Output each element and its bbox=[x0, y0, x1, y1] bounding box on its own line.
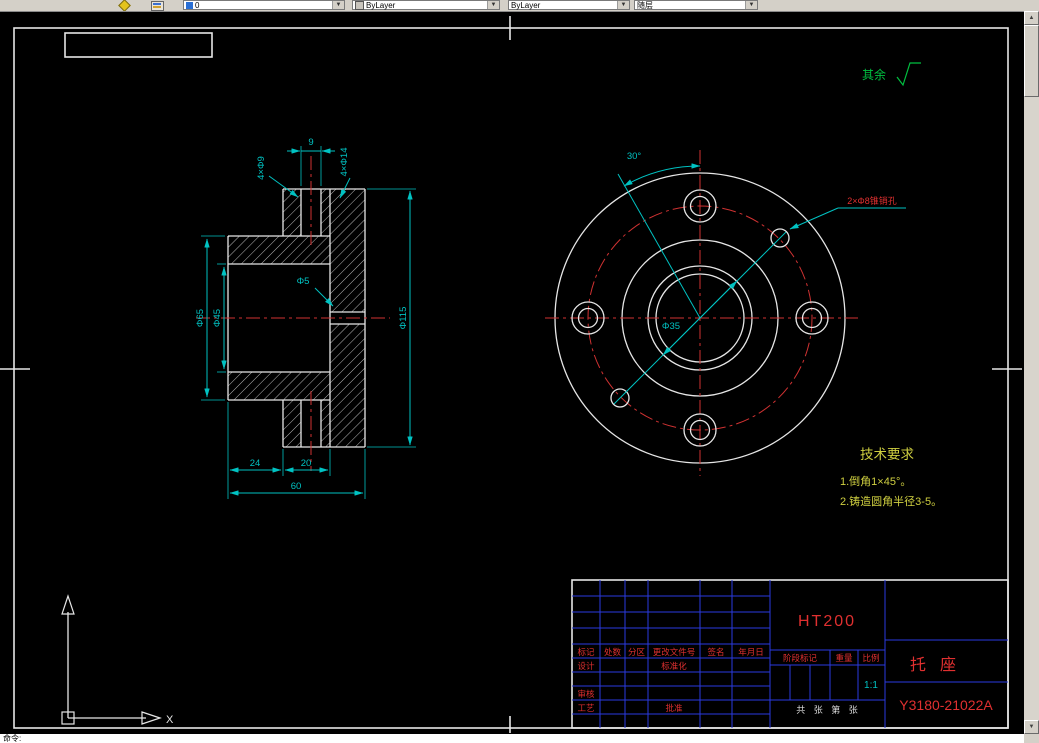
tb-header-zone: 分区 bbox=[628, 647, 646, 657]
dim-flange-od: Φ115 bbox=[398, 307, 409, 330]
color-combo-value: ByLayer bbox=[366, 0, 396, 10]
linetype-combo-value: ByLayer bbox=[511, 0, 541, 10]
color-swatch-icon bbox=[355, 0, 364, 10]
surface-finish-note: 其余 bbox=[862, 67, 886, 82]
frame-corner-box bbox=[64, 32, 213, 58]
linetype-combo[interactable]: ByLayer ▼ bbox=[508, 0, 630, 10]
scrollbar-corner bbox=[1024, 734, 1039, 743]
layer-state-icon bbox=[186, 1, 193, 9]
tech-requirement-1: 1.倒角1×45°。 bbox=[840, 475, 911, 488]
dim-hub-od: Φ65 bbox=[195, 309, 206, 327]
scrollbar-thumb[interactable] bbox=[1024, 25, 1039, 97]
dim-len-a: 24 bbox=[250, 458, 261, 469]
scroll-up-button[interactable]: ▲ bbox=[1024, 11, 1039, 25]
surface-finish-icon bbox=[896, 62, 921, 87]
tb-part-name: 托座 bbox=[910, 656, 970, 674]
scroll-down-button[interactable]: ▼ bbox=[1024, 720, 1039, 734]
dim-angle: 30° bbox=[627, 151, 642, 162]
layer-current-icon bbox=[118, 0, 131, 11]
chevron-down-icon[interactable]: ▼ bbox=[487, 1, 499, 9]
chevron-down-icon[interactable]: ▼ bbox=[617, 1, 629, 9]
tb-label-stage: 阶段标记 bbox=[783, 653, 818, 663]
tech-requirements-title: 技术要求 bbox=[860, 447, 914, 462]
command-line[interactable]: 命令: bbox=[0, 734, 1039, 743]
lineweight-combo[interactable]: 随层 ▼ bbox=[634, 0, 758, 10]
dim-holes-small: 4×Φ9 bbox=[256, 156, 267, 180]
ucs-x-label: X bbox=[166, 714, 174, 726]
dim-center-hole: Φ5 bbox=[297, 276, 310, 287]
dim-bore: Φ45 bbox=[212, 309, 223, 327]
tb-header-sign: 签名 bbox=[707, 647, 724, 657]
sheet-frame bbox=[0, 16, 1022, 733]
tb-label-standardization: 标准化 bbox=[661, 661, 687, 671]
tb-header-count: 处数 bbox=[604, 647, 622, 657]
make-layer-current-button[interactable] bbox=[116, 0, 134, 11]
tb-label-process: 工艺 bbox=[577, 703, 594, 713]
dim-len-b: 20 bbox=[301, 458, 312, 469]
chevron-down-icon[interactable]: ▼ bbox=[332, 1, 344, 9]
dim-len-total: 60 bbox=[291, 481, 302, 492]
tb-label-design: 设计 bbox=[577, 661, 595, 671]
dim-holes-large: 4×Φ14 bbox=[339, 148, 350, 177]
tb-label-scale: 比例 bbox=[862, 653, 879, 663]
layer-combo-value: 0 bbox=[195, 0, 200, 10]
title-block: 标记 处数 分区 更改文件号 签名 年月日 设计 标准化 审核 工艺 批准 阶段… bbox=[571, 579, 1009, 729]
dim-front-bore: Φ35 bbox=[662, 321, 680, 332]
dim-slot-width: 9 bbox=[308, 137, 313, 148]
cad-drawing-canvas[interactable]: 9 4×Φ9 4×Φ14 Φ5 Φ65 Φ45 Φ115 24 20 60 Φ3… bbox=[0, 0, 1039, 743]
command-prompt: 命令: bbox=[3, 734, 22, 743]
tb-label-audit: 审核 bbox=[577, 689, 595, 699]
layers-button[interactable] bbox=[148, 0, 166, 11]
tb-label-approve: 批准 bbox=[665, 703, 683, 713]
tb-scale-value: 1:1 bbox=[864, 680, 878, 691]
layers-icon bbox=[151, 1, 164, 11]
section-view: 9 4×Φ9 4×Φ14 Φ5 Φ65 Φ45 Φ115 24 20 60 bbox=[195, 137, 416, 499]
tb-header-doc-no: 更改文件号 bbox=[653, 647, 696, 657]
chevron-down-icon[interactable]: ▼ bbox=[745, 1, 757, 9]
tb-drawing-no: Y3180-21022A bbox=[899, 697, 993, 713]
tb-label-weight: 重量 bbox=[835, 653, 853, 663]
tb-sheet-text: 共 张 第 张 bbox=[796, 704, 858, 715]
ucs-icon: X bbox=[61, 594, 174, 726]
ucs-y-arrowhead bbox=[61, 594, 75, 615]
layer-combo[interactable]: 0 ▼ bbox=[183, 0, 345, 10]
pin-hole-note: 2×Φ8锥销孔 bbox=[847, 195, 896, 206]
tb-header-mark: 标记 bbox=[577, 647, 595, 657]
lineweight-combo-value: 随层 bbox=[637, 0, 653, 10]
vertical-scrollbar[interactable]: ▲ ▼ bbox=[1024, 11, 1039, 734]
object-properties-toolbar: 0 ▼ ByLayer ▼ ByLayer ▼ 随层 ▼ bbox=[0, 0, 1039, 12]
front-view: Φ35 30° 2×Φ8锥销孔 bbox=[545, 150, 906, 476]
annotations: 其余 技术要求 1.倒角1×45°。 2.铸造圆角半径3-5。 bbox=[840, 62, 942, 508]
tb-header-date: 年月日 bbox=[738, 647, 764, 657]
tech-requirement-2: 2.铸造圆角半径3-5。 bbox=[840, 494, 942, 508]
color-combo[interactable]: ByLayer ▼ bbox=[352, 0, 500, 10]
tb-material: HT200 bbox=[798, 613, 856, 630]
